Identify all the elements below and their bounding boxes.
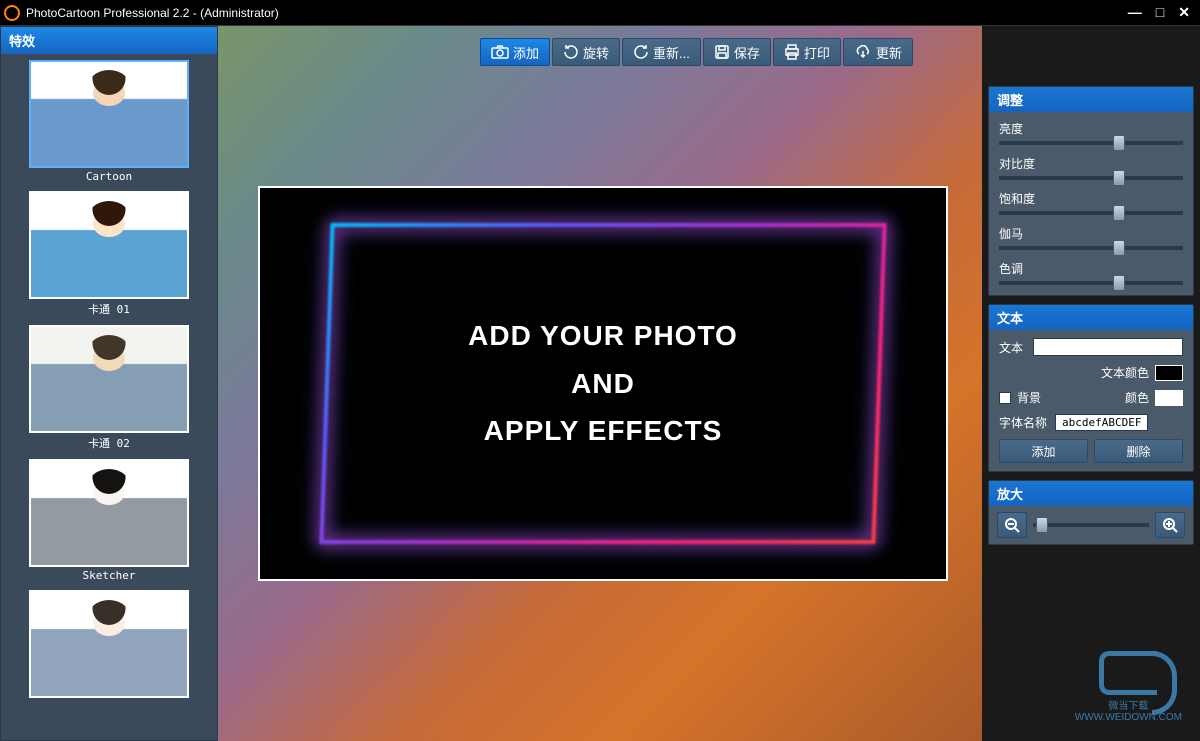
zoom-out-icon [1004,517,1020,533]
brightness-slider[interactable] [999,141,1183,145]
bg-checkbox[interactable] [999,392,1011,404]
effects-list[interactable]: Cartoon 卡通 01 卡通 02 Sketcher [1,54,217,740]
save-label: 保存 [734,43,760,62]
save-button[interactable]: 保存 [703,38,771,66]
titlebar-text: PhotoCartoon Professional 2.2 - (Adminis… [26,6,1128,20]
text-delete-button[interactable]: 删除 [1094,439,1183,463]
effect-item-5[interactable] [7,590,211,698]
titlebar: PhotoCartoon Professional 2.2 - (Adminis… [0,0,1200,26]
bgcolor-label: 颜色 [1125,389,1149,406]
add-button[interactable]: 添加 [480,38,550,66]
close-button[interactable]: ✕ [1178,4,1190,21]
window-controls: — □ ✕ [1128,4,1196,21]
rotate-button[interactable]: 旋转 [552,38,620,66]
text-input[interactable] [1033,338,1183,356]
add-label: 添加 [513,43,539,62]
canvas-placeholder-text: ADD YOUR PHOTO AND APPLY EFFECTS [468,312,738,455]
effect-item-cartoon02[interactable]: 卡通 02 [7,325,211,451]
print-button[interactable]: 打印 [773,38,841,66]
effects-header: 特效 [1,27,217,54]
print-label: 打印 [804,43,830,62]
effect-thumbnail [29,191,189,299]
zoom-in-button[interactable] [1155,512,1185,538]
update-label: 更新 [876,43,902,62]
camera-icon [491,45,509,59]
main-canvas[interactable]: ADD YOUR PHOTO AND APPLY EFFECTS [258,186,948,581]
rotate-icon [563,44,579,60]
hue-label: 色调 [999,260,1183,277]
zoom-header: 放大 [989,481,1193,506]
rotate-label: 旋转 [583,43,609,62]
effect-thumbnail [29,459,189,567]
contrast-label: 对比度 [999,155,1183,172]
effect-thumbnail [29,325,189,433]
bgcolor-swatch[interactable] [1155,390,1183,406]
cloud-download-icon [854,45,872,59]
app-logo-icon [4,5,20,21]
canvas-text-line2: AND [468,360,738,408]
effect-item-sketcher[interactable]: Sketcher [7,459,211,582]
text-add-button[interactable]: 添加 [999,439,1088,463]
contrast-slider[interactable] [999,176,1183,180]
reload-icon [633,44,649,60]
effect-thumbnail [29,590,189,698]
effects-sidebar: 特效 Cartoon 卡通 01 卡通 02 Sketcher [0,26,218,741]
bg-label: 背景 [1017,389,1041,406]
reload-button[interactable]: 重新... [622,38,701,66]
effect-item-cartoon[interactable]: Cartoon [7,60,211,183]
main-toolbar: 添加 旋转 重新... 保存 打印 更新 [480,38,913,66]
minimize-button[interactable]: — [1128,4,1142,21]
zoom-panel: 放大 [988,480,1194,545]
reload-label: 重新... [653,43,690,62]
canvas-text-line1: ADD YOUR PHOTO [468,312,738,360]
canvas-text-line3: APPLY EFFECTS [468,407,738,455]
saturation-label: 饱和度 [999,190,1183,207]
canvas-area: ADD YOUR PHOTO AND APPLY EFFECTS [218,26,982,741]
effect-label: Cartoon [7,170,211,183]
gamma-slider[interactable] [999,246,1183,250]
zoom-slider[interactable] [1033,523,1149,527]
effect-label: Sketcher [7,569,211,582]
effect-label: 卡通 02 [7,435,211,451]
hue-slider[interactable] [999,281,1183,285]
right-panels: 调整 亮度 对比度 饱和度 伽马 色 [982,26,1200,741]
gamma-label: 伽马 [999,225,1183,242]
text-panel: 文本 文本 文本颜色 背景 颜色 字体名称 abcd [988,304,1194,472]
textcolor-swatch[interactable] [1155,365,1183,381]
save-icon [714,44,730,60]
font-sample[interactable]: abcdefABCDEF [1055,414,1148,431]
brightness-label: 亮度 [999,120,1183,137]
update-button[interactable]: 更新 [843,38,913,66]
saturation-slider[interactable] [999,211,1183,215]
effect-label: 卡通 01 [7,301,211,317]
print-icon [784,44,800,60]
effect-item-cartoon01[interactable]: 卡通 01 [7,191,211,317]
adjust-header: 调整 [989,87,1193,112]
adjust-panel: 调整 亮度 对比度 饱和度 伽马 色 [988,86,1194,296]
maximize-button[interactable]: □ [1156,4,1164,21]
textcolor-label: 文本颜色 [1101,364,1149,381]
zoom-in-icon [1162,517,1178,533]
fontname-label: 字体名称 [999,414,1049,431]
text-panel-header: 文本 [989,305,1193,330]
zoom-out-button[interactable] [997,512,1027,538]
effect-thumbnail [29,60,189,168]
text-label: 文本 [999,339,1027,356]
